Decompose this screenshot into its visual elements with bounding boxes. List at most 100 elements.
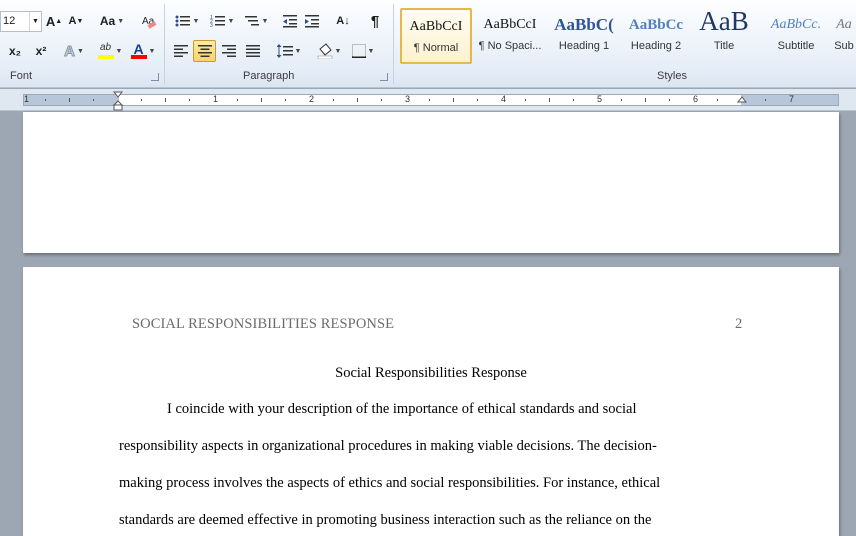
- ruler-tick: [237, 99, 238, 101]
- font-color-button[interactable]: A ▼: [130, 40, 156, 62]
- paint-bucket-icon: [317, 43, 332, 59]
- ruler-tick: [669, 99, 670, 101]
- ruler-tick: [381, 99, 382, 101]
- running-head: SOCIAL RESPONSIBILITIES RESPONSE: [132, 316, 395, 332]
- group-divider: [393, 4, 394, 84]
- multilevel-list-icon: [244, 16, 259, 26]
- ruler-tick: [645, 98, 646, 102]
- show-formatting-marks-button[interactable]: ¶: [364, 10, 386, 32]
- style-subtle-emphasis[interactable]: Aa Sub: [832, 8, 856, 64]
- border-icon: [351, 44, 366, 58]
- font-dialog-launcher-icon[interactable]: [151, 73, 159, 81]
- highlighter-icon: ab: [97, 43, 114, 59]
- ruler-tick: [261, 98, 262, 102]
- svg-text:3: 3: [210, 23, 213, 28]
- align-right-button[interactable]: [218, 40, 240, 62]
- ruler-bar: 1 1 2 3 4 5 6 7: [0, 89, 856, 111]
- change-case-button[interactable]: Aa ▼: [97, 10, 127, 32]
- justify-icon: [246, 45, 260, 57]
- chevron-down-icon: ▼: [261, 17, 269, 25]
- grow-arrow-icon: ▲: [55, 17, 63, 25]
- body-text-line: standards are deemed effective in promot…: [119, 512, 652, 528]
- ruler-tick: [453, 98, 454, 102]
- body-text-line: responsibility aspects in organizational…: [119, 438, 657, 454]
- align-left-icon: [174, 45, 188, 57]
- ruler-tick: [429, 99, 430, 101]
- align-center-icon: [197, 45, 212, 57]
- align-center-button[interactable]: [193, 40, 216, 62]
- style-title[interactable]: AaB Title: [688, 8, 760, 64]
- subscript-button[interactable]: x₂: [4, 40, 26, 62]
- style-heading-1[interactable]: AaBbC( Heading 1: [548, 8, 620, 64]
- sort-icon: A↓: [336, 15, 350, 27]
- paragraph-group-label: Paragraph: [243, 70, 295, 82]
- chevron-down-icon: ▼: [294, 47, 302, 55]
- right-indent-marker-icon[interactable]: [737, 96, 747, 106]
- chevron-down-icon: ▼: [115, 47, 123, 55]
- document-page-2[interactable]: SOCIAL RESPONSIBILITIES RESPONSE 2 Socia…: [23, 267, 839, 536]
- paragraph-dialog-launcher-icon[interactable]: [380, 73, 388, 81]
- chevron-down-icon: ▼: [227, 17, 235, 25]
- numbered-list-icon: 1 2 3: [210, 15, 225, 28]
- sort-button[interactable]: A↓: [332, 10, 354, 32]
- shrink-arrow-icon: ▼: [76, 17, 84, 25]
- style-no-spacing[interactable]: AaBbCcI ¶ No Spaci...: [474, 8, 546, 64]
- ruler-tick: [45, 99, 46, 101]
- style-heading-2[interactable]: AaBbCc Heading 2: [620, 8, 692, 64]
- numbering-button[interactable]: 1 2 3 ▼: [207, 10, 237, 32]
- shading-button[interactable]: ▼: [314, 40, 344, 62]
- ruler-left-margin: [24, 95, 119, 105]
- body-text-line: making process involves the aspects of e…: [119, 475, 661, 491]
- chevron-down-icon: ▼: [334, 47, 342, 55]
- ruler-number: 1: [24, 94, 30, 104]
- highlight-color-button[interactable]: ab ▼: [94, 40, 126, 62]
- bullet-list-icon: [175, 15, 190, 27]
- document-page-1[interactable]: [23, 112, 839, 253]
- decrease-indent-button[interactable]: [280, 10, 300, 32]
- ruler-number: 2: [309, 94, 315, 104]
- font-color-swatch: [130, 55, 147, 59]
- line-spacing-button[interactable]: ▼: [274, 40, 304, 62]
- align-left-button[interactable]: [170, 40, 192, 62]
- chevron-down-icon: ▼: [192, 17, 200, 25]
- ruler-tick: [189, 99, 190, 101]
- page-number: 2: [735, 316, 743, 332]
- ruler-tick: [141, 99, 142, 101]
- style-normal[interactable]: AaBbCcI ¶ Normal: [400, 8, 472, 64]
- styles-gallery: AaBbCcI ¶ Normal AaBbCcI ¶ No Spaci... A…: [398, 6, 856, 66]
- font-size-dropdown-icon[interactable]: ▼: [29, 12, 41, 31]
- ruler-tick: [573, 99, 574, 101]
- grow-font-button[interactable]: A ▲: [44, 10, 64, 32]
- text-effects-button[interactable]: A ▼: [62, 40, 86, 62]
- ruler-number: 5: [597, 94, 603, 104]
- clear-formatting-icon: Aa: [142, 16, 157, 29]
- indent-marker-icon[interactable]: [113, 89, 123, 111]
- decrease-indent-icon: [283, 15, 297, 28]
- ruler-number: 7: [789, 94, 795, 104]
- ruler-number: 4: [501, 94, 507, 104]
- ruler-tick: [93, 99, 94, 101]
- ruler-tick: [333, 99, 334, 101]
- font-color-icon: A: [130, 42, 147, 59]
- increase-indent-icon: [305, 15, 319, 28]
- ruler-number: 1: [213, 94, 219, 104]
- ruler-tick: [717, 99, 718, 101]
- ruler-tick: [549, 98, 550, 102]
- ruler-number: 3: [405, 94, 411, 104]
- horizontal-ruler[interactable]: 1 1 2 3 4 5 6 7: [23, 94, 839, 106]
- clear-formatting-button[interactable]: Aa: [138, 10, 160, 32]
- chevron-down-icon: ▼: [117, 17, 125, 25]
- ruler-tick: [525, 99, 526, 101]
- borders-button[interactable]: ▼: [348, 40, 378, 62]
- ruler-tick: [69, 98, 70, 102]
- multilevel-list-button[interactable]: ▼: [241, 10, 271, 32]
- style-subtitle[interactable]: AaBbCc. Subtitle: [760, 8, 832, 64]
- superscript-button[interactable]: x²: [30, 40, 52, 62]
- font-size-box[interactable]: 12 ▼: [0, 11, 42, 32]
- shrink-font-button[interactable]: A ▼: [66, 10, 86, 32]
- ruler-tick: [765, 99, 766, 101]
- increase-indent-button[interactable]: [302, 10, 322, 32]
- bullets-button[interactable]: ▼: [172, 10, 202, 32]
- justify-button[interactable]: [242, 40, 264, 62]
- highlight-color-swatch: [97, 55, 114, 59]
